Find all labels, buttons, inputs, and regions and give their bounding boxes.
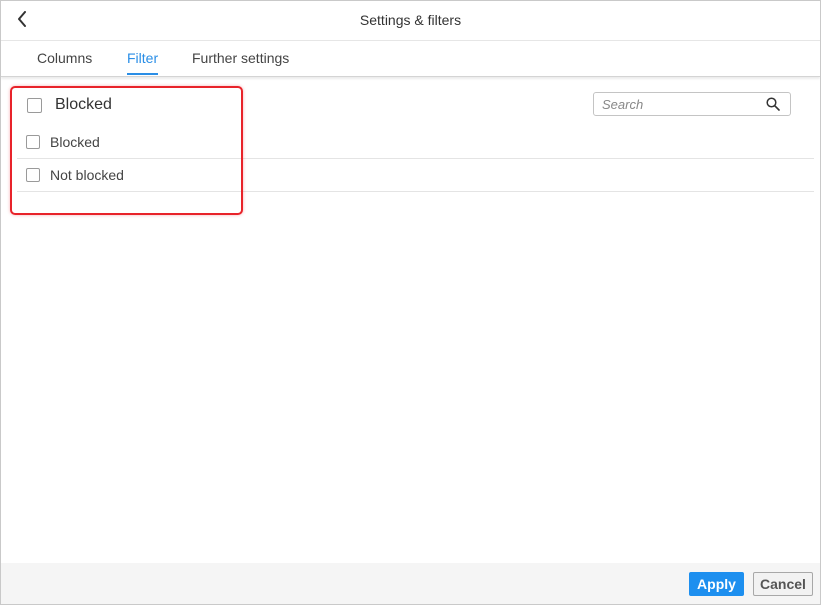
dialog-title: Settings & filters: [359, 12, 462, 28]
filter-option-label: Blocked: [50, 134, 100, 150]
cancel-button[interactable]: Cancel: [753, 572, 813, 596]
search-icon[interactable]: [764, 95, 782, 113]
filter-option-row[interactable]: Blocked: [17, 126, 814, 159]
option-checkbox[interactable]: [26, 135, 40, 149]
tab-bar: Columns Filter Further settings: [1, 41, 820, 77]
filter-group-title: Blocked: [55, 96, 112, 113]
settings-dialog: Settings & filters Columns Filter Furthe…: [0, 0, 821, 605]
group-checkbox[interactable]: [27, 97, 42, 113]
tab-filter[interactable]: Filter: [127, 50, 159, 75]
filter-option-row[interactable]: Not blocked: [17, 159, 814, 192]
search-input[interactable]: [594, 94, 764, 114]
apply-button[interactable]: Apply: [689, 572, 744, 596]
filter-group-header: Blocked: [17, 89, 112, 121]
tab-columns[interactable]: Columns: [37, 50, 92, 73]
tab-further-settings[interactable]: Further settings: [192, 50, 289, 73]
search-box[interactable]: [593, 92, 791, 116]
option-checkbox[interactable]: [26, 168, 40, 182]
dialog-footer: Apply Cancel: [1, 563, 820, 604]
filter-option-label: Not blocked: [50, 167, 124, 183]
dialog-titlebar: Settings & filters: [1, 1, 820, 41]
